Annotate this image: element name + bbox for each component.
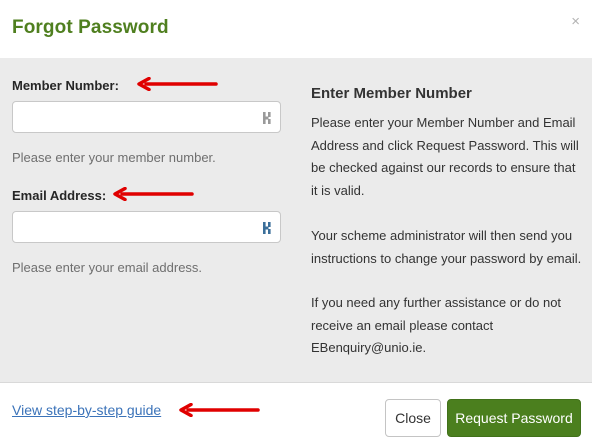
member-number-input[interactable] [13, 102, 280, 132]
member-number-help: Please enter your member number. [12, 150, 216, 165]
password-manager-icon[interactable] [262, 111, 274, 125]
step-by-step-guide-link[interactable]: View step-by-step guide [12, 402, 161, 418]
close-button[interactable]: Close [385, 399, 441, 437]
info-title: Enter Member Number [311, 85, 472, 102]
close-icon[interactable]: × [571, 14, 580, 29]
member-number-field[interactable] [12, 101, 281, 133]
annotation-arrow-icon [113, 187, 194, 201]
dialog-title: Forgot Password [12, 17, 169, 38]
info-paragraph: Please enter your Member Number and Emai… [311, 115, 579, 198]
annotation-arrow-icon [179, 403, 260, 417]
footer-divider [0, 382, 592, 383]
email-address-help: Please enter your email address. [12, 260, 203, 275]
request-password-button[interactable]: Request Password [447, 399, 581, 437]
info-paragraph: If you need any further assistance or do… [311, 295, 562, 355]
password-manager-icon[interactable] [262, 221, 274, 235]
email-address-input[interactable] [13, 212, 280, 242]
annotation-arrow-icon [137, 77, 218, 91]
email-address-label: Email Address: [12, 188, 107, 203]
info-paragraph: Your scheme administrator will then send… [311, 228, 582, 266]
dialog-header: Forgot Password × [0, 0, 592, 58]
member-number-label: Member Number: [12, 78, 119, 93]
email-address-field[interactable] [12, 211, 281, 243]
